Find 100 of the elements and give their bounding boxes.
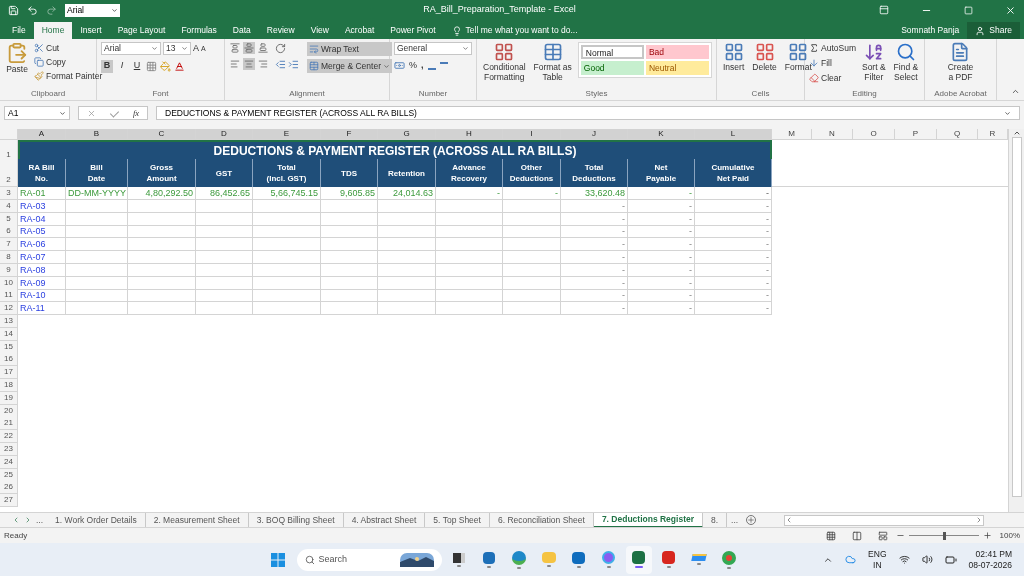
cell-style-button[interactable]: Good [580,61,644,75]
ribbon-tab[interactable]: Insert [72,22,110,39]
column-header[interactable]: F [321,129,378,140]
row-header[interactable]: 27 [0,494,18,508]
share-button[interactable]: Share [967,22,1020,39]
add-sheet-icon[interactable] [746,515,757,525]
user-name[interactable]: Somnath Panja [893,22,968,39]
start-icon[interactable] [270,552,285,567]
vertical-align-icon[interactable] [229,42,241,54]
column-header[interactable]: O [853,129,895,140]
ribbon-tab[interactable]: Power Pivot [382,22,444,39]
percent-button[interactable]: % [409,59,417,73]
battery-icon[interactable] [944,553,957,566]
cut-button[interactable]: Cut [34,42,103,55]
row-header[interactable]: 22 [0,430,18,444]
row-header[interactable]: 21 [0,417,18,431]
vertical-align-icon[interactable] [257,42,269,54]
column-header[interactable]: I [503,129,561,140]
column-header[interactable]: L [695,129,772,140]
font-style-button[interactable]: U [131,59,143,73]
font-style-button[interactable]: I [116,59,128,73]
column-header[interactable]: D [196,129,253,140]
row-header[interactable]: 6 [0,225,18,239]
undo-icon[interactable] [27,4,38,16]
column-header[interactable]: C [128,129,196,140]
decrease-indent-icon[interactable] [275,58,286,70]
scroll-up-icon[interactable] [1012,129,1021,137]
font-style-button[interactable]: B [101,59,113,73]
column-header[interactable]: J [561,129,628,140]
zoom-thumb[interactable] [942,531,946,540]
number-format-field[interactable]: General [394,42,472,55]
column-header[interactable]: B [66,129,128,140]
row-header[interactable]: 2 [0,159,18,187]
wifi-icon[interactable] [898,554,910,565]
merge-center-button[interactable]: Merge & Center [307,59,392,73]
comma-button[interactable]: , [421,59,424,73]
more-sheets-button[interactable]: ... [727,513,743,527]
save-icon[interactable] [8,4,19,16]
insert-function-button[interactable]: fx [132,106,139,120]
ribbon-tab[interactable]: Acrobat [336,22,383,39]
column-header[interactable]: M [772,129,812,140]
column-header[interactable]: G [378,129,436,140]
volume-icon[interactable] [921,554,933,565]
page-layout-view-icon[interactable] [851,530,862,541]
tell-me-field[interactable]: Tell me what you want to do... [443,22,586,39]
format-painter-button[interactable]: Format Painter [34,69,103,83]
increase-indent-icon[interactable] [288,58,299,70]
horizontal-scrollbar[interactable] [784,514,984,526]
column-header[interactable]: P [895,129,937,140]
normal-view-icon[interactable] [825,530,836,541]
cell-style-button[interactable]: Bad [645,45,709,59]
row-header[interactable]: 7 [0,238,18,252]
find-select-button[interactable]: Find & Select [891,42,921,82]
fill-color-icon[interactable] [160,60,171,72]
more-sheets-button[interactable]: ... [32,513,48,527]
column-header[interactable]: R [978,129,1008,140]
row-header[interactable]: 26 [0,481,18,495]
font-field[interactable]: Arial [65,3,120,17]
next-sheet-icon[interactable] [24,516,32,524]
sheet-tab[interactable]: 7. Deductions Register [593,512,703,528]
paste-button[interactable]: Paste [4,42,30,74]
ribbon-tab[interactable]: Page Layout [109,22,174,39]
column-header[interactable]: Q [937,129,978,140]
ribbon-tab[interactable]: Formulas [173,22,225,39]
ribbon-display-icon[interactable] [879,5,889,15]
font-name-field[interactable]: Arial [101,42,161,56]
taskbar-search[interactable]: Search [296,548,442,571]
collapse-ribbon-icon[interactable] [1011,87,1020,96]
row-header[interactable]: 11 [0,289,18,303]
column-header[interactable]: A [18,129,66,140]
font-size-field[interactable]: 13 [163,42,191,56]
restore-icon[interactable] [964,5,973,15]
zoom-slider[interactable] [908,531,979,540]
ribbon-tab[interactable]: View [302,22,337,39]
column-header[interactable]: N [812,129,853,140]
ribbon-tab[interactable]: Review [258,22,303,39]
ribbon-tab[interactable]: Data [224,22,259,39]
orientation-icon[interactable] [275,42,286,54]
horizontal-align-icon[interactable] [229,58,241,70]
vertical-scrollbar[interactable] [1008,129,1024,512]
cloud-icon[interactable] [845,554,857,565]
cell-style-button[interactable]: Neutral [645,61,709,75]
wrap-text-button[interactable]: Wrap Text [307,42,392,56]
clock[interactable]: 02:41 PM 08-07-2026 [968,548,1012,571]
cell-style-button[interactable]: Normal [580,45,644,59]
create-pdf-button[interactable]: Create a PDF [945,42,976,82]
copy-button[interactable]: Copy [34,55,103,69]
cells-button[interactable]: Delete [750,42,779,72]
name-box[interactable]: A1 [4,106,70,120]
row-header[interactable]: 3 [0,187,18,200]
cells-button[interactable]: Insert [721,42,747,72]
vertical-align-icon[interactable] [243,42,255,54]
previous-sheet-icon[interactable] [12,516,20,524]
scroll-right-icon[interactable] [975,516,983,524]
cancel-icon[interactable] [86,108,96,118]
column-header[interactable]: H [436,129,503,140]
grow-font-button[interactable]: A [193,42,199,56]
font-color-icon[interactable] [174,60,185,72]
ribbon-tab[interactable]: File [4,22,34,39]
page-break-view-icon[interactable] [877,530,888,541]
